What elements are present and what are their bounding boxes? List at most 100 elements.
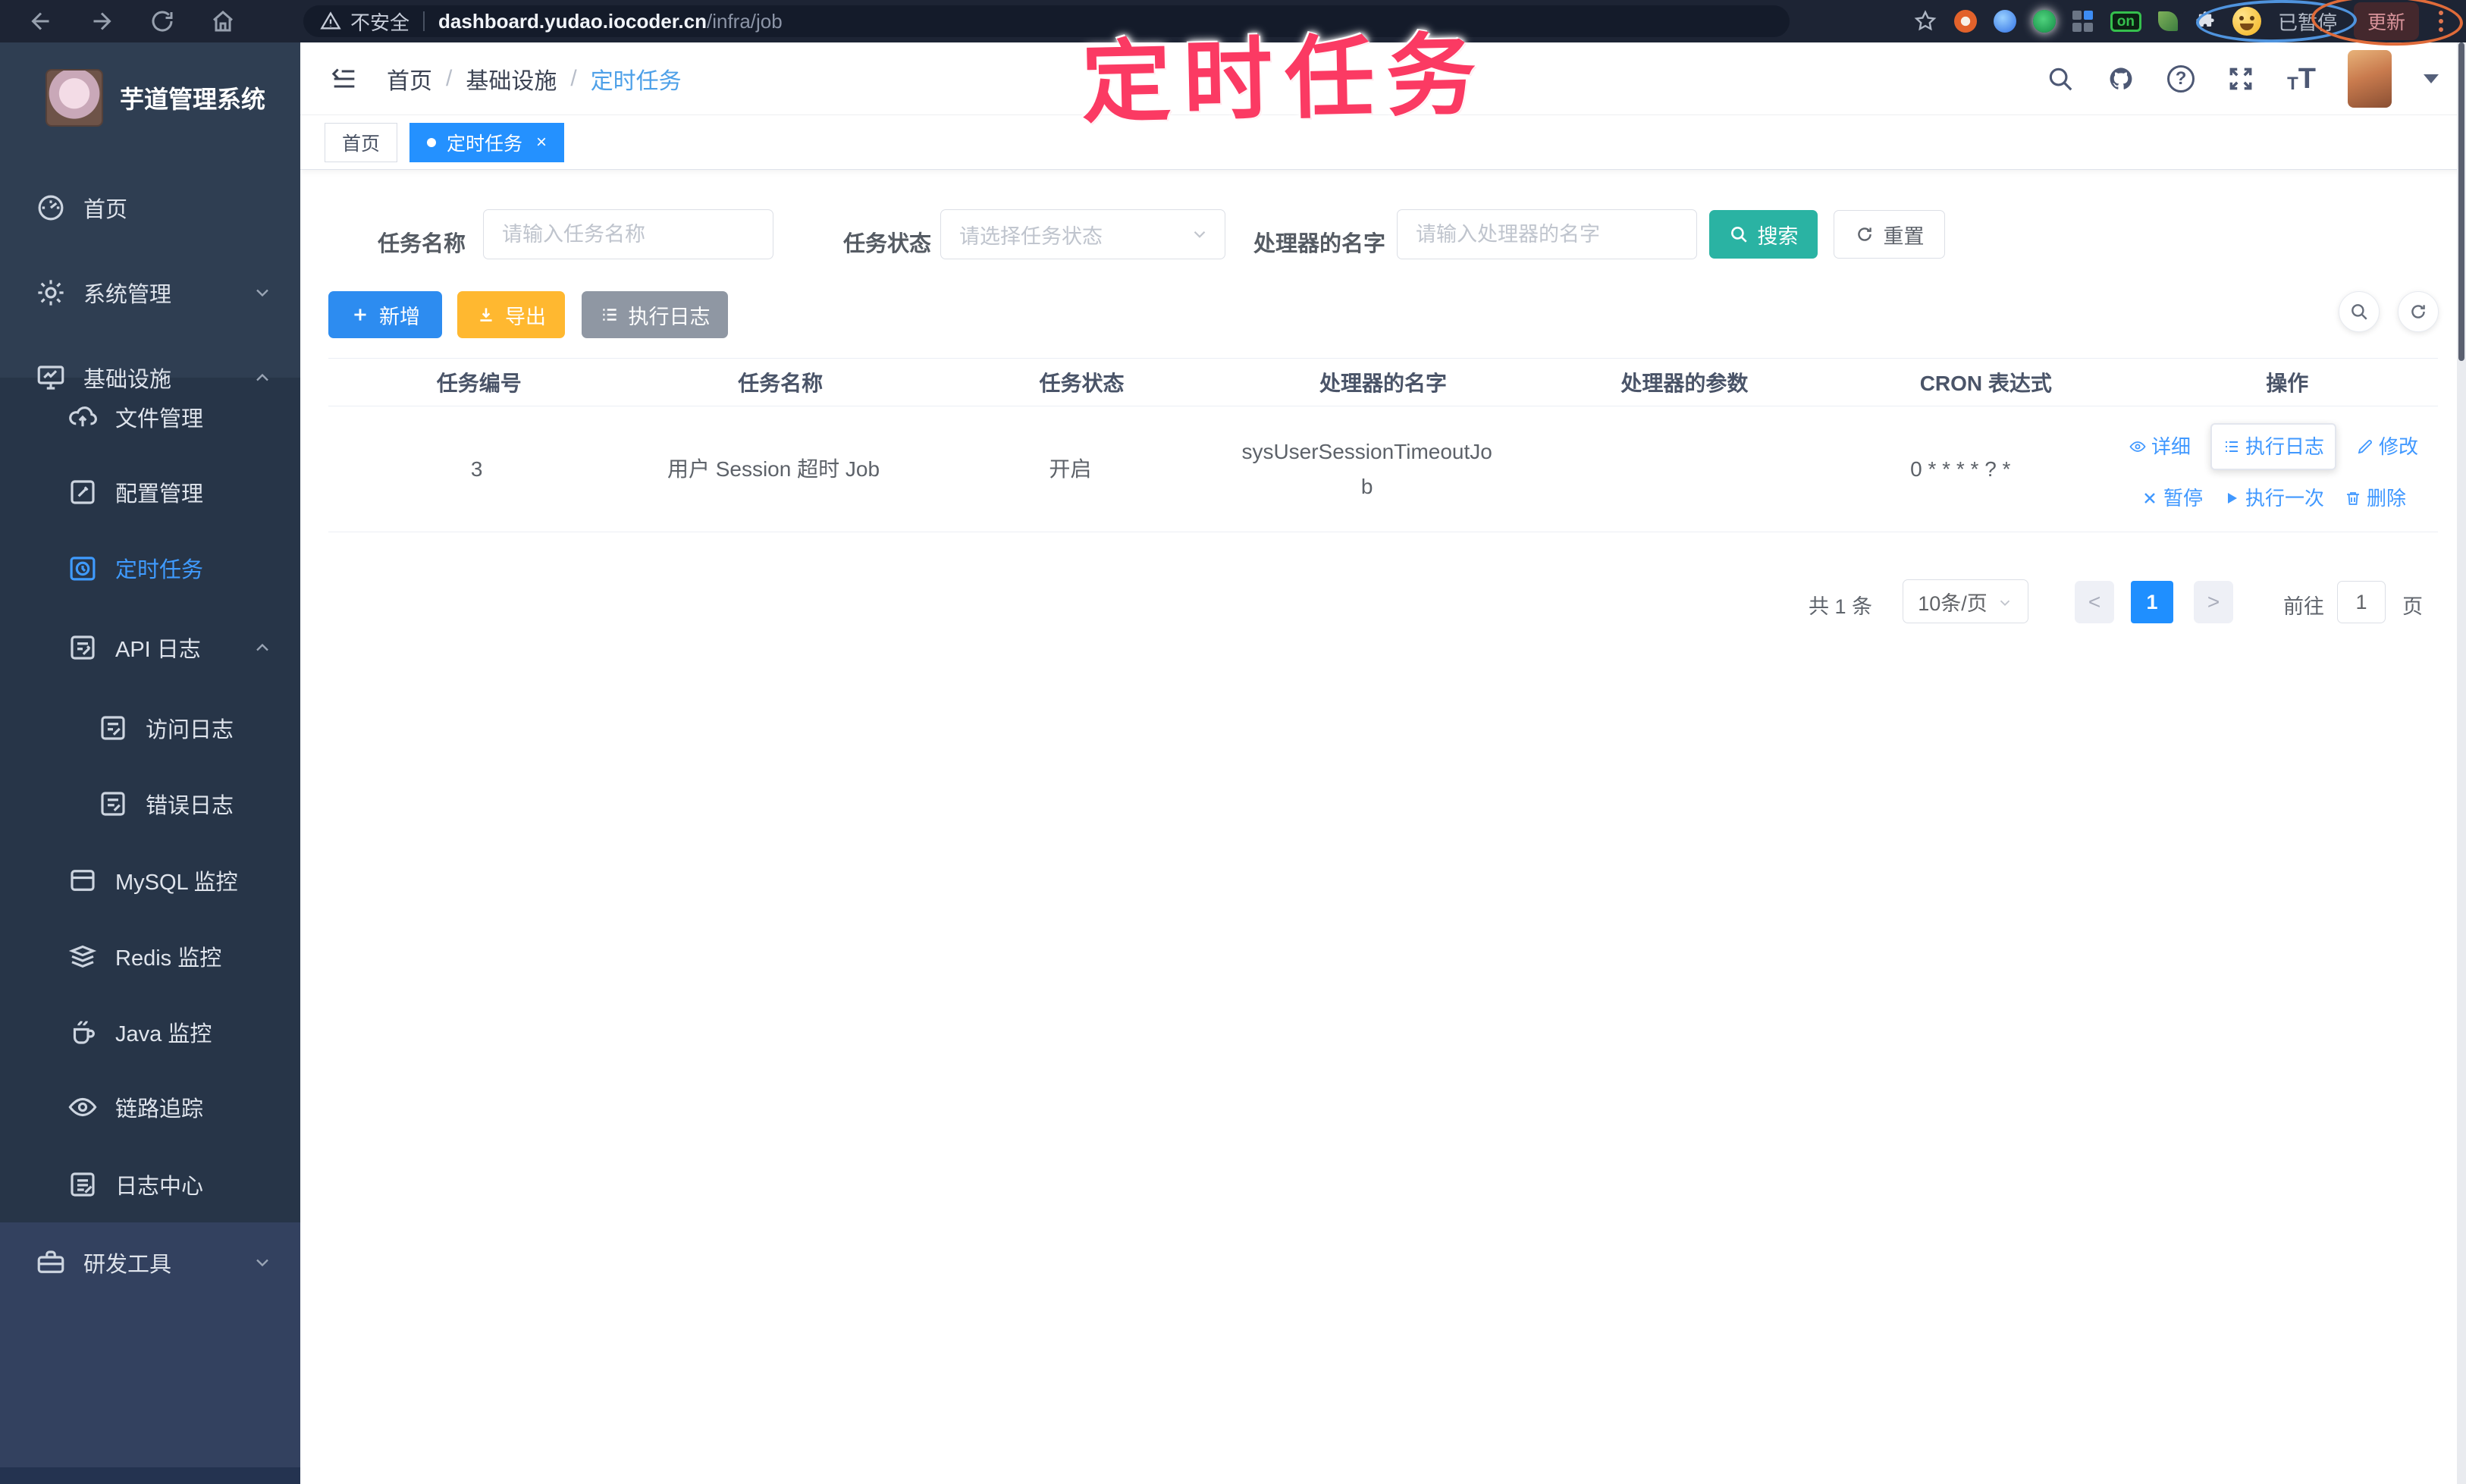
user-menu-caret-icon[interactable]	[2424, 74, 2439, 83]
execution-log-button[interactable]: 执行日志	[582, 291, 728, 338]
toggle-search-button[interactable]	[2339, 291, 2380, 332]
filter-status-label: 任务状态	[843, 232, 932, 256]
address-bar[interactable]: 不安全 dashboard.yudao.iocoder.cn /infra/jo…	[303, 5, 1790, 37]
annotation-title: 定时任务	[1080, 25, 1489, 134]
column-header: CRON 表达式	[1919, 372, 2052, 395]
extension-icon[interactable]	[2072, 11, 2094, 32]
briefcase-icon	[35, 1247, 67, 1278]
next-page-button[interactable]: >	[2194, 581, 2233, 623]
row-exec-log-link[interactable]: 执行日志	[2210, 422, 2336, 470]
browser-forward-icon[interactable]	[88, 8, 115, 35]
main-content: 任务名称 任务状态 请选择任务状态 处理器的名字 搜索 重置 新增 导出 执行日…	[300, 170, 2466, 1484]
sidebar-item-error-log[interactable]: 错误日志	[0, 767, 300, 840]
timer-icon	[67, 552, 99, 584]
java-cup-icon	[67, 1016, 99, 1048]
sidebar-bottom-strip	[0, 1467, 300, 1484]
tab-close-icon[interactable]: ×	[536, 132, 547, 153]
extension-icon[interactable]	[1993, 10, 2016, 33]
sidebar-item-access-log[interactable]: 访问日志	[0, 692, 300, 764]
sidebar-item-trace[interactable]: 链路追踪	[0, 1071, 300, 1144]
delete-link[interactable]: 删除	[2344, 481, 2406, 516]
cell-job-status: 开启	[1049, 456, 1092, 481]
chevron-down-icon	[252, 282, 273, 303]
sidebar-item-label: 错误日志	[146, 794, 234, 818]
log-document-icon	[97, 712, 129, 744]
help-icon[interactable]: ?	[2167, 65, 2195, 93]
detail-link[interactable]: 详细	[2129, 429, 2191, 464]
refresh-table-button[interactable]	[2398, 291, 2439, 332]
plus-icon	[350, 305, 370, 325]
breadcrumb-home[interactable]: 首页	[387, 62, 432, 96]
filter-name-label: 任务名称	[378, 232, 466, 256]
sidebar-item-label: 文件管理	[115, 407, 204, 431]
page-size-select[interactable]: 10条/页	[1903, 579, 2028, 623]
sidebar-item-mysql-monitor[interactable]: MySQL 监控	[0, 844, 300, 917]
cell-cron: 0 * * * * ? *	[1910, 456, 2011, 481]
url-path: /infra/job	[706, 9, 783, 33]
tab-home[interactable]: 首页	[325, 122, 398, 162]
browser-back-icon[interactable]	[27, 8, 55, 35]
pause-link[interactable]: 暂停	[2141, 481, 2203, 516]
sidebar-item-api-log[interactable]: API 日志	[0, 611, 300, 684]
job-name-input[interactable]	[483, 209, 773, 259]
goto-page-input[interactable]	[2337, 581, 2386, 623]
sidebar-item-dev-tools[interactable]: 研发工具	[0, 1226, 300, 1299]
tab-scheduled-jobs[interactable]: 定时任务 ×	[409, 122, 565, 162]
prev-page-button[interactable]: <	[2075, 581, 2114, 623]
select-caret-icon	[1190, 224, 1209, 244]
reset-button[interactable]: 重置	[1834, 210, 1945, 259]
extension-icon[interactable]	[2032, 10, 2056, 33]
run-once-link[interactable]: 执行一次	[2223, 481, 2324, 516]
extension-leaf-icon[interactable]	[2157, 11, 2178, 31]
refresh-icon	[1855, 224, 1875, 244]
sidebar-item-home[interactable]: 首页	[0, 171, 300, 244]
chevron-up-icon	[252, 637, 273, 658]
cloud-upload-icon	[67, 401, 99, 433]
breadcrumb-section[interactable]: 基础设施	[466, 62, 557, 96]
pagination: 共 1 条 10条/页 < 1 > 前往 页	[300, 579, 2438, 625]
column-header: 任务状态	[1039, 372, 1125, 395]
user-avatar[interactable]	[2348, 50, 2392, 108]
search-button[interactable]: 搜索	[1709, 210, 1818, 259]
eye-icon	[67, 1091, 99, 1123]
cell-handler-name: sysUserSessionTimeoutJob	[1241, 439, 1492, 498]
github-icon[interactable]	[2107, 64, 2135, 93]
sidebar-item-java-monitor[interactable]: Java 监控	[0, 996, 300, 1068]
current-page-button[interactable]: 1	[2131, 581, 2173, 623]
sidebar-item-file-management[interactable]: 文件管理	[0, 381, 300, 453]
column-header: 处理器的名字	[1319, 372, 1447, 395]
page-unit-label: 页	[2402, 595, 2423, 618]
sidebar-item-log-center[interactable]: 日志中心	[0, 1148, 300, 1221]
sidebar-collapse-icon[interactable]	[329, 64, 359, 94]
log-lines-icon	[67, 1169, 99, 1200]
font-size-icon[interactable]: TT	[2287, 64, 2316, 93]
handler-name-input[interactable]	[1397, 209, 1697, 259]
redis-stack-icon	[67, 940, 99, 972]
extension-on-badge[interactable]: on	[2110, 11, 2141, 32]
jobs-table: 任务编号 任务名称 任务状态 处理器的名字 处理器的参数 CRON 表达式 操作…	[328, 358, 2438, 532]
bookmark-star-icon[interactable]	[1913, 9, 1937, 33]
filter-handler-label: 处理器的名字	[1253, 232, 1386, 256]
search-icon	[1729, 224, 1749, 244]
sidebar-item-system[interactable]: 系统管理	[0, 256, 300, 329]
extension-icon[interactable]	[1953, 10, 1977, 33]
sidebar-item-redis-monitor[interactable]: Redis 监控	[0, 920, 300, 993]
fullscreen-icon[interactable]	[2226, 64, 2255, 93]
export-button[interactable]: 导出	[457, 291, 565, 338]
app-logo-row[interactable]: 芋道管理系统	[0, 64, 300, 132]
sidebar-item-label: 日志中心	[115, 1175, 204, 1199]
sidebar-item-config-management[interactable]: 配置管理	[0, 456, 300, 529]
browser-reload-icon[interactable]	[149, 8, 176, 35]
job-status-select[interactable]: 请选择任务状态	[940, 209, 1225, 259]
cell-operations: 详细 执行日志 修改 暂停 执行一次 删除	[2109, 422, 2438, 516]
window-scrollbar[interactable]	[2457, 42, 2466, 1484]
add-button[interactable]: 新增	[328, 291, 442, 338]
security-label: 不安全	[350, 11, 410, 34]
edit-link[interactable]: 修改	[2356, 429, 2418, 464]
url-host: dashboard.yudao.iocoder.cn	[438, 9, 707, 33]
table-header-row: 任务编号 任务名称 任务状态 处理器的名字 处理器的参数 CRON 表达式 操作	[328, 358, 2438, 406]
gear-icon	[35, 277, 67, 309]
search-icon[interactable]	[2046, 64, 2075, 93]
sidebar-item-scheduled-jobs[interactable]: 定时任务	[0, 532, 300, 604]
browser-home-icon[interactable]	[209, 8, 237, 35]
